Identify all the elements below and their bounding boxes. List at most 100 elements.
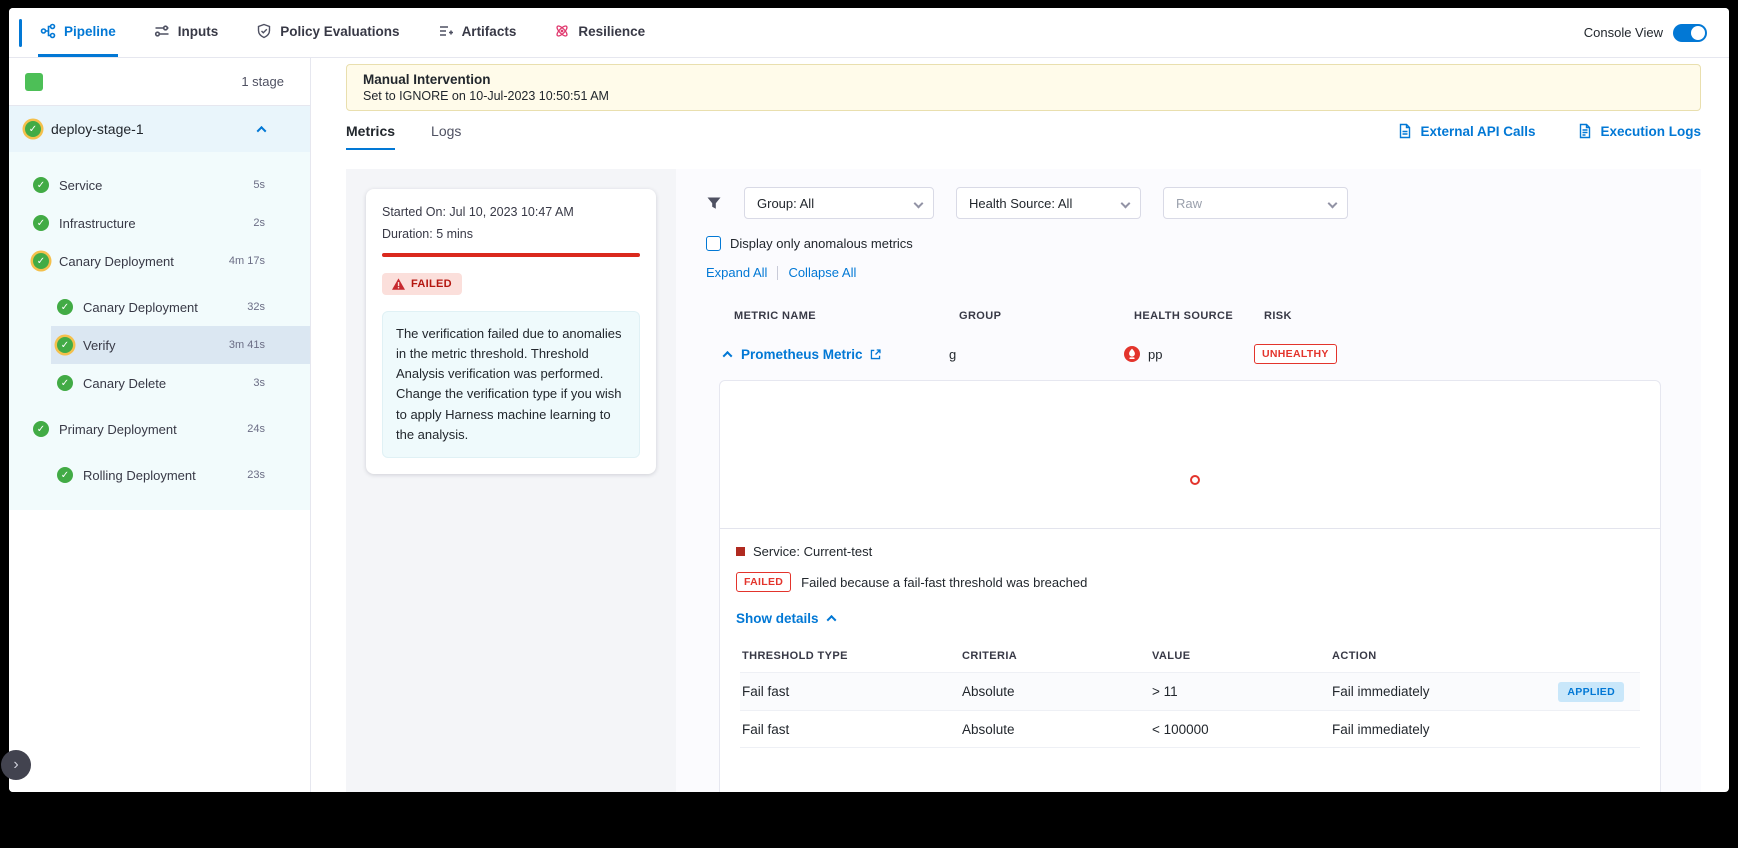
threshold-value: > 11	[1152, 684, 1332, 699]
success-check-icon: ✓	[57, 375, 73, 391]
duration-text: Duration: 5 mins	[382, 227, 640, 241]
sidebar-step-service[interactable]: ✓ Service 5s	[9, 166, 310, 204]
metric-list: METRIC NAME GROUP HEALTH SOURCE RISK Pro…	[719, 306, 1671, 792]
step-duration: 5s	[253, 179, 265, 191]
collapse-row-icon[interactable]	[723, 350, 733, 360]
success-check-icon: ✓	[57, 299, 73, 315]
external-link-icon	[869, 348, 882, 361]
step-label: Rolling Deployment	[83, 468, 196, 483]
step-duration: 3m 41s	[229, 339, 265, 351]
collapse-stage-icon[interactable]	[257, 125, 267, 135]
metric-table-header: METRIC NAME GROUP HEALTH SOURCE RISK	[719, 306, 1671, 338]
sidebar-step-canary-deployment-child[interactable]: ✓ Canary Deployment 32s	[51, 288, 310, 326]
stage-status-icon	[25, 73, 43, 91]
external-api-calls-link[interactable]: External API Calls	[1397, 123, 1535, 139]
status-badge-label: FAILED	[411, 278, 452, 290]
group-filter-select[interactable]: Group: All	[744, 187, 934, 219]
step-label: Primary Deployment	[59, 422, 177, 437]
column-header-risk: RISK	[1264, 310, 1671, 322]
metric-name-link[interactable]: Prometheus Metric	[741, 347, 882, 362]
anomalous-checkbox[interactable]	[706, 236, 721, 251]
pipeline-icon	[40, 23, 56, 39]
health-source-value: pp	[1148, 347, 1162, 362]
tab-pipeline[interactable]: Pipeline	[38, 8, 118, 57]
resilience-icon	[554, 23, 570, 39]
threshold-type: Fail fast	[742, 684, 962, 699]
sidebar-stage-deploy-stage-1[interactable]: ✓ deploy-stage-1	[9, 106, 310, 152]
api-file-icon	[1397, 123, 1413, 139]
app-window: Pipeline Inputs Policy Evaluations Artif…	[9, 8, 1729, 792]
step-duration: 24s	[247, 423, 265, 435]
group-filter-value: Group: All	[757, 196, 814, 211]
column-header-action: ACTION	[1332, 650, 1640, 662]
raw-filter-select[interactable]: Raw	[1163, 187, 1348, 219]
execution-sidebar: 1 stage ✓ deploy-stage-1 ✓ Service 5s ✓	[9, 58, 311, 792]
success-check-icon: ✓	[33, 215, 49, 231]
console-view-control: Console View	[1584, 24, 1707, 42]
stage-success-warn-icon: ✓	[25, 121, 41, 137]
chevron-up-icon	[826, 615, 836, 625]
step-duration: 32s	[247, 301, 265, 313]
step-duration: 3s	[253, 377, 265, 389]
sidebar-step-canary-deployment[interactable]: ✓ Canary Deployment 4m 17s	[9, 242, 310, 280]
sidebar-step-verify[interactable]: ✓ Verify 3m 41s	[51, 326, 310, 364]
metric-chart	[720, 381, 1660, 529]
thresholds-header: THRESHOLD TYPE CRITERIA VALUE ACTION	[740, 644, 1640, 672]
failure-reason-text: Failed because a fail-fast threshold was…	[801, 575, 1087, 590]
success-warn-check-icon: ✓	[57, 337, 73, 353]
manual-intervention-banner: Manual Intervention Set to IGNORE on 10-…	[346, 64, 1701, 111]
health-source-filter-value: Health Source: All	[969, 196, 1072, 211]
failed-badge: FAILED	[736, 572, 791, 592]
main-content: Manual Intervention Set to IGNORE on 10-…	[311, 58, 1729, 792]
tab-metrics[interactable]: Metrics	[346, 123, 395, 150]
tab-label: Policy Evaluations	[280, 24, 399, 39]
divider	[777, 266, 778, 280]
column-header-health-source: HEALTH SOURCE	[1134, 310, 1264, 322]
applied-badge: APPLIED	[1558, 682, 1624, 702]
metric-name-label: Prometheus Metric	[741, 347, 863, 362]
collapse-all-link[interactable]: Collapse All	[788, 265, 856, 280]
step-label: Service	[59, 178, 102, 193]
tab-policy-evaluations[interactable]: Policy Evaluations	[254, 8, 401, 57]
show-details-link[interactable]: Show details	[720, 592, 1660, 626]
sidebar-step-primary-deployment[interactable]: ✓ Primary Deployment 24s	[9, 410, 310, 448]
step-duration: 23s	[247, 469, 265, 481]
stage-name: deploy-stage-1	[51, 121, 144, 137]
view-tabbar: Metrics Logs External API Calls Executio…	[346, 123, 1701, 165]
metric-detail-card: Service: Current-test FAILED Failed beca…	[719, 380, 1661, 792]
console-view-toggle[interactable]	[1673, 24, 1707, 42]
tab-logs[interactable]: Logs	[431, 123, 461, 150]
sidebar-step-infrastructure[interactable]: ✓ Infrastructure 2s	[9, 204, 310, 242]
step-list: ✓ Service 5s ✓ Infrastructure 2s ✓ Canar…	[9, 152, 310, 494]
chevron-down-icon	[1121, 198, 1131, 208]
stage-count: 1 stage	[241, 74, 284, 89]
expand-console-button[interactable]: ›	[1, 750, 31, 780]
tab-artifacts[interactable]: Artifacts	[436, 8, 519, 57]
threshold-criteria: Absolute	[962, 684, 1152, 699]
header-links: External API Calls Execution Logs	[1397, 123, 1701, 139]
failed-progress-bar	[382, 253, 640, 257]
filter-icon[interactable]	[706, 195, 722, 211]
stage-header: 1 stage	[9, 58, 310, 106]
step-label: Verify	[83, 338, 116, 353]
step-duration: 2s	[253, 217, 265, 229]
filters-row: Group: All Health Source: All Raw	[706, 187, 1671, 219]
threshold-type: Fail fast	[742, 722, 962, 737]
execution-logs-link[interactable]: Execution Logs	[1577, 123, 1701, 139]
started-on-text: Started On: Jul 10, 2023 10:47 AM	[382, 205, 640, 219]
step-label: Canary Deployment	[83, 300, 198, 315]
metric-row-prometheus: Prometheus Metric g pp	[719, 338, 1671, 380]
tab-inputs[interactable]: Inputs	[152, 8, 221, 57]
step-duration: 4m 17s	[229, 255, 265, 267]
summary-card: Started On: Jul 10, 2023 10:47 AM Durati…	[366, 189, 656, 474]
link-label: External API Calls	[1420, 124, 1535, 139]
tab-resilience[interactable]: Resilience	[552, 8, 647, 57]
threshold-row: Fail fast Absolute > 11 Fail immediately…	[740, 672, 1640, 710]
sidebar-step-rolling-deployment[interactable]: ✓ Rolling Deployment 23s	[51, 456, 310, 494]
expand-all-link[interactable]: Expand All	[706, 265, 767, 280]
sidebar-step-canary-delete[interactable]: ✓ Canary Delete 3s	[51, 364, 310, 402]
chevron-down-icon	[914, 198, 924, 208]
health-source-filter-select[interactable]: Health Source: All	[956, 187, 1141, 219]
raw-filter-placeholder: Raw	[1176, 196, 1202, 211]
console-view-label: Console View	[1584, 25, 1663, 40]
